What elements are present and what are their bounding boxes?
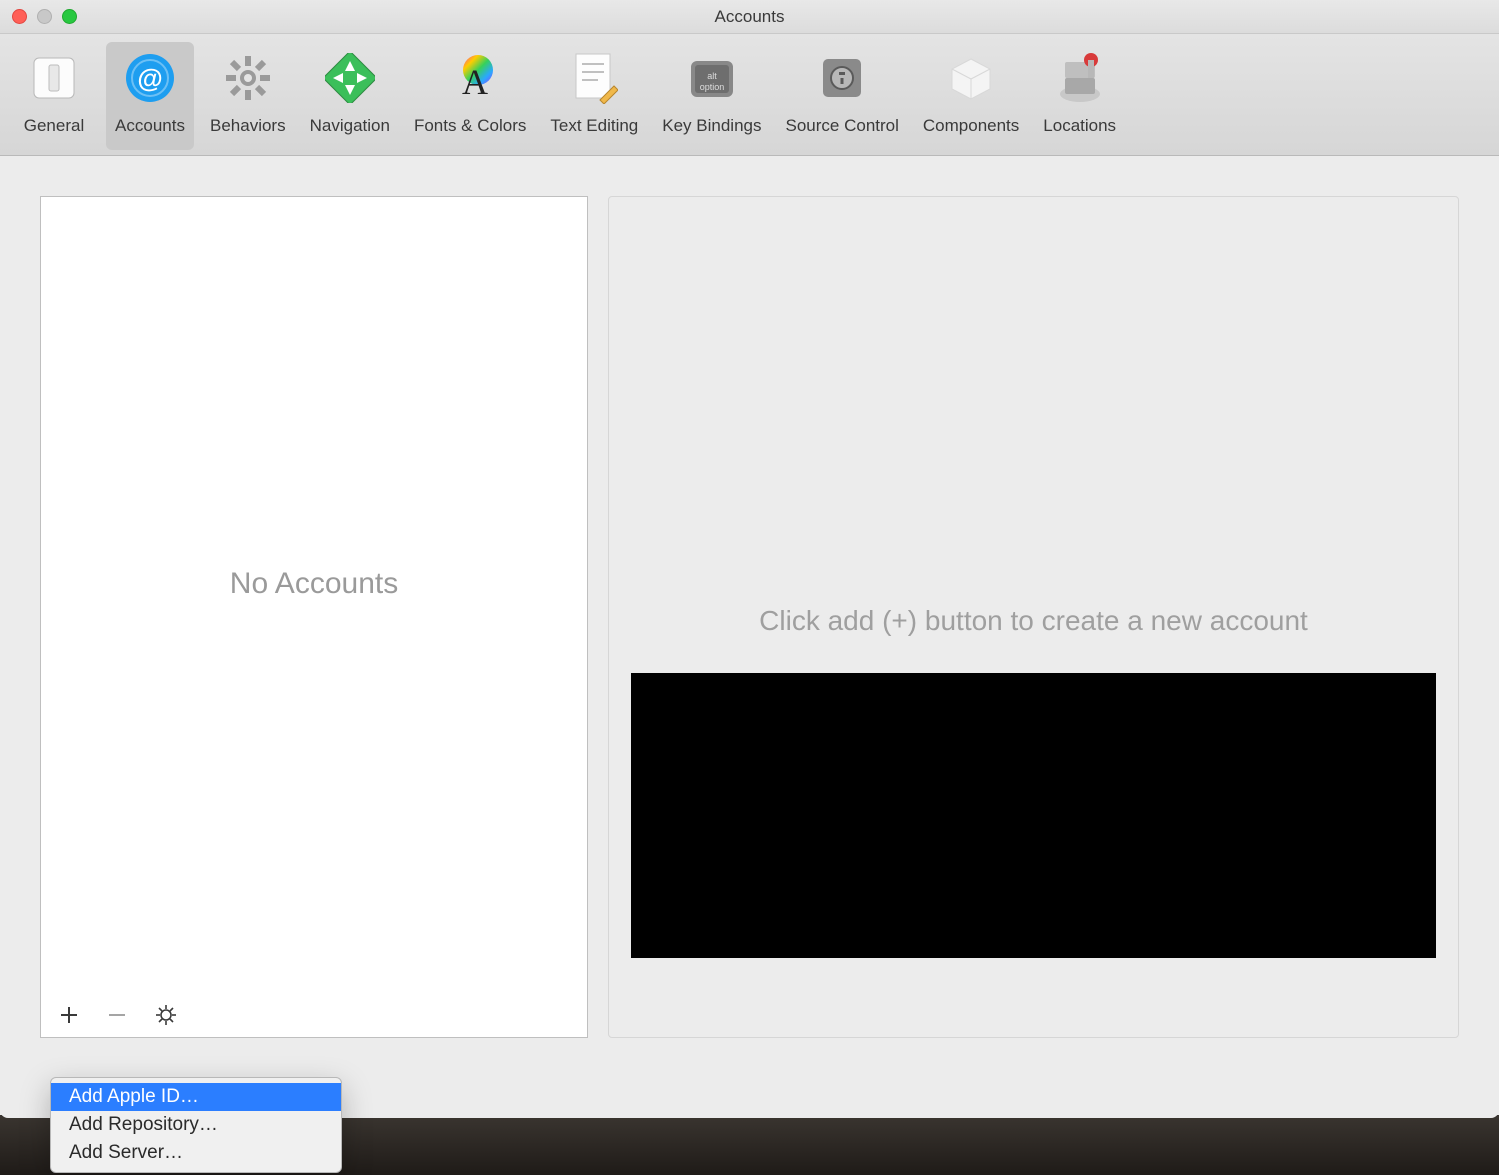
svg-text:A: A	[462, 62, 488, 102]
svg-text:alt: alt	[707, 71, 717, 81]
titlebar: Accounts	[0, 0, 1499, 34]
gear-icon	[155, 1004, 177, 1026]
toolbar-item-locations[interactable]: Locations	[1035, 42, 1124, 150]
svg-text:@: @	[137, 63, 162, 93]
toolbar-label: Text Editing	[550, 116, 638, 136]
toolbar-item-general[interactable]: General	[10, 42, 98, 150]
remove-account-button[interactable]	[107, 1005, 127, 1025]
window-controls	[0, 9, 77, 24]
toolbar-label: General	[24, 116, 84, 136]
toolbar-label: Components	[923, 116, 1019, 136]
toolbar-label: Locations	[1043, 116, 1116, 136]
no-accounts-label: No Accounts	[230, 567, 398, 601]
redacted-region	[631, 673, 1436, 958]
menu-item-label: Add Apple ID…	[69, 1086, 199, 1107]
toolbar-item-fonts-colors[interactable]: A Fonts & Colors	[406, 42, 534, 150]
window-title: Accounts	[0, 7, 1499, 27]
general-icon	[28, 52, 80, 104]
fonts-colors-icon: A	[444, 52, 496, 104]
menu-item-add-server[interactable]: Add Server…	[51, 1139, 341, 1167]
accounts-list-body: No Accounts	[41, 197, 587, 993]
menu-item-label: Add Server…	[69, 1142, 183, 1163]
toolbar-label: Source Control	[786, 116, 899, 136]
account-detail-panel: Click add (+) button to create a new acc…	[608, 196, 1459, 1038]
minus-icon	[107, 1005, 127, 1025]
toolbar-item-behaviors[interactable]: Behaviors	[202, 42, 294, 150]
accounts-icon: @	[124, 52, 176, 104]
navigation-icon	[324, 52, 376, 104]
plus-icon	[59, 1005, 79, 1025]
menu-item-add-apple-id[interactable]: Add Apple ID…	[51, 1083, 341, 1111]
preferences-toolbar: General @ Accounts	[0, 34, 1499, 156]
behaviors-icon	[222, 52, 274, 104]
toolbar-label: Key Bindings	[662, 116, 761, 136]
zoom-window-button[interactable]	[62, 9, 77, 24]
toolbar-item-navigation[interactable]: Navigation	[302, 42, 398, 150]
locations-icon	[1054, 52, 1106, 104]
toolbar-item-components[interactable]: Components	[915, 42, 1027, 150]
detail-hint-label: Click add (+) button to create a new acc…	[759, 605, 1308, 637]
toolbar-label: Navigation	[310, 116, 390, 136]
toolbar-item-text-editing[interactable]: Text Editing	[542, 42, 646, 150]
add-account-button[interactable]	[59, 1005, 79, 1025]
key-bindings-icon: alt option	[686, 52, 738, 104]
accounts-list-footer	[41, 993, 587, 1037]
account-actions-button[interactable]	[155, 1004, 177, 1026]
menu-item-add-repository[interactable]: Add Repository…	[51, 1111, 341, 1139]
components-icon	[945, 52, 997, 104]
minimize-window-button[interactable]	[37, 9, 52, 24]
toolbar-item-source-control[interactable]: Source Control	[778, 42, 907, 150]
source-control-icon	[816, 52, 868, 104]
toolbar-label: Fonts & Colors	[414, 116, 526, 136]
close-window-button[interactable]	[12, 9, 27, 24]
toolbar-label: Behaviors	[210, 116, 286, 136]
toolbar-item-accounts[interactable]: @ Accounts	[106, 42, 194, 150]
svg-text:option: option	[700, 82, 725, 92]
menu-item-label: Add Repository…	[69, 1114, 218, 1135]
content-area: No Accounts	[0, 156, 1499, 1078]
toolbar-label: Accounts	[115, 116, 185, 136]
add-account-menu: Add Apple ID… Add Repository… Add Server…	[50, 1077, 342, 1173]
preferences-window: Accounts General @ Accounts	[0, 0, 1499, 1118]
toolbar-item-key-bindings[interactable]: alt option Key Bindings	[654, 42, 769, 150]
text-editing-icon	[568, 52, 620, 104]
accounts-list-panel: No Accounts	[40, 196, 588, 1038]
